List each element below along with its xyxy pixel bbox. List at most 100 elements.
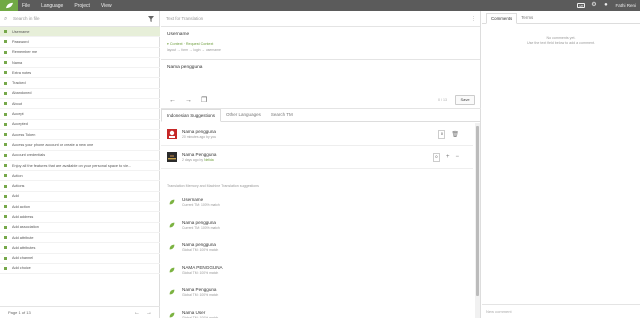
new-comment-field[interactable]: New comment (482, 304, 640, 318)
tm-item[interactable]: Nama pengguna Current TM: 100% match (161, 214, 473, 237)
tm-meta: Current TM: 100% match (182, 225, 220, 230)
tm-text: Nama pengguna (182, 219, 216, 225)
list-item-label: Actions (12, 184, 25, 189)
menu-language[interactable]: Language (41, 3, 63, 9)
save-button[interactable]: Save (455, 95, 475, 105)
leaf-logo-icon (5, 2, 13, 9)
search-icon: ⌕ (4, 15, 8, 22)
menu-view[interactable]: View (101, 3, 112, 9)
list-item[interactable]: Nama pengguna 20 minutes ago by you 0 🗑 (161, 123, 473, 146)
list-item-label: Enjoy all the features that are availabl… (12, 163, 132, 168)
tab-other-languages[interactable]: Other Languages (221, 109, 266, 121)
tm-item[interactable]: Nama Pengguna Global TM: 100% match (161, 281, 473, 304)
search-bar: ⌕ Search in file (0, 11, 159, 27)
tab-indonesian-suggestions[interactable]: Indonesian Suggestions (161, 109, 222, 122)
leaf-icon (169, 312, 175, 318)
list-item[interactable]: Nama (0, 58, 160, 69)
list-item[interactable]: Add channel (0, 254, 160, 264)
list-item[interactable]: Add attribute (0, 233, 160, 244)
scrollbar-thumb[interactable] (476, 126, 479, 296)
status-dot-icon (4, 30, 7, 34)
next-page-icon[interactable]: → (146, 310, 152, 316)
forward-arrow-icon[interactable]: → (185, 97, 192, 104)
leaf-icon (169, 199, 175, 205)
translation-text[interactable]: Nama pengguna (167, 65, 474, 70)
user-name[interactable]: Fathi Reni (615, 3, 636, 8)
back-arrow-icon[interactable]: ← (169, 97, 176, 104)
new-comment-input[interactable]: New comment (486, 309, 512, 314)
list-item[interactable]: Action (0, 171, 160, 182)
menu-project[interactable]: Project (74, 3, 90, 9)
list-item[interactable]: Account credentials (0, 151, 160, 161)
status-dot-icon (4, 225, 7, 229)
tm-meta: Current TM: 100% match (182, 203, 220, 208)
list-item[interactable]: Access your phone account or create a ne… (0, 140, 160, 151)
settings-icon[interactable]: ⚙ (590, 2, 597, 9)
app-logo[interactable] (0, 0, 18, 11)
list-item[interactable]: Add action (0, 202, 160, 213)
tab-comments[interactable]: Comments (486, 13, 518, 24)
status-dot-icon (4, 266, 7, 270)
tm-list: Username Current TM: 100% match Nama pengg… (161, 191, 473, 318)
tab-terms[interactable]: Terms (517, 13, 537, 23)
context-toggle[interactable]: ▾ Context · Request Context (167, 42, 474, 46)
list-item[interactable]: Tracked (0, 78, 160, 89)
list-item-label: Add channel (12, 256, 34, 261)
tm-text: Username (182, 197, 204, 203)
key-breadcrumb: layout → form → login → username (167, 48, 221, 52)
list-item-label: Remember me (12, 50, 38, 55)
list-item-label: Action (12, 173, 23, 178)
list-item[interactable]: Extra notes (0, 68, 160, 79)
trash-icon[interactable]: 🗑 (451, 131, 459, 138)
tm-item[interactable]: Nama pengguna Global TM: 100% match (161, 236, 473, 259)
list-item[interactable]: Abandoned (0, 89, 160, 100)
status-dot-icon (4, 174, 7, 178)
prev-page-icon[interactable]: ← (134, 310, 140, 316)
suggestion-text: Nama Pengguna (182, 152, 217, 157)
list-item[interactable]: Nama Pengguna 2 days ago by Nelida 0 + − (161, 146, 473, 169)
downvote-icon[interactable]: − (455, 154, 459, 160)
list-item[interactable]: Access Token (0, 130, 160, 141)
notifications-icon[interactable]: ● (602, 2, 609, 9)
list-item[interactable]: Add attributes (0, 243, 160, 254)
status-dot-icon (4, 164, 7, 167)
list-item[interactable]: Username (0, 27, 160, 38)
list-item-label: Accepted (12, 122, 28, 127)
tm-item[interactable]: NAMA PENGGUNA Global TM: 100% match (161, 259, 473, 282)
status-dot-icon (4, 122, 7, 126)
string-list-panel: ⌕ Search in file Username Password Remembe… (0, 11, 160, 318)
search-input[interactable]: Search in file (13, 16, 40, 21)
tm-text: NAMA PENGGUNA (182, 264, 223, 270)
status-dot-icon (4, 256, 7, 260)
list-item[interactable]: Actions (0, 181, 160, 192)
list-item[interactable]: Accept (0, 109, 160, 120)
list-item[interactable]: Remember me (0, 48, 160, 58)
list-item[interactable]: Add choice (0, 264, 160, 275)
upvote-icon[interactable]: + (446, 154, 450, 160)
list-item-label: Password (12, 39, 29, 44)
status-dot-icon (4, 91, 7, 95)
tm-item[interactable]: Nama User Global TM: 100% match (161, 304, 473, 318)
machine-translation-toggle[interactable]: MT (577, 3, 586, 8)
menu-file[interactable]: File (22, 3, 30, 9)
tm-meta: Global TM: 100% match (182, 293, 219, 298)
copy-source-icon[interactable]: ❐ (201, 97, 207, 104)
list-item[interactable]: About (0, 99, 160, 110)
list-item[interactable]: Add address (0, 212, 160, 223)
list-item[interactable]: Add (0, 192, 160, 203)
suggestion-meta-prefix: 2 days ago by (182, 158, 205, 162)
list-item[interactable]: Password (0, 37, 160, 48)
status-dot-icon (4, 246, 7, 250)
list-item[interactable]: Enjoy all the features that are availabl… (0, 161, 160, 172)
editor-panel: Text for Translation ⋮ Username ▾ Contex… (161, 11, 481, 318)
scrollbar[interactable] (475, 123, 480, 318)
author-link[interactable]: Nelida (204, 158, 214, 162)
filter-icon[interactable] (148, 15, 154, 22)
list-item[interactable]: Add association (0, 223, 160, 233)
list-item[interactable]: Accepted (0, 120, 160, 130)
string-list: Username Password Remember me Nama Extra not… (0, 27, 160, 275)
more-options-icon[interactable]: ⋮ (471, 16, 476, 22)
list-pagination: Page 1 of 13 ← → (0, 306, 160, 318)
tab-search-tm[interactable]: Search TM (266, 109, 298, 121)
tm-item[interactable]: Username Current TM: 100% match (161, 191, 473, 214)
